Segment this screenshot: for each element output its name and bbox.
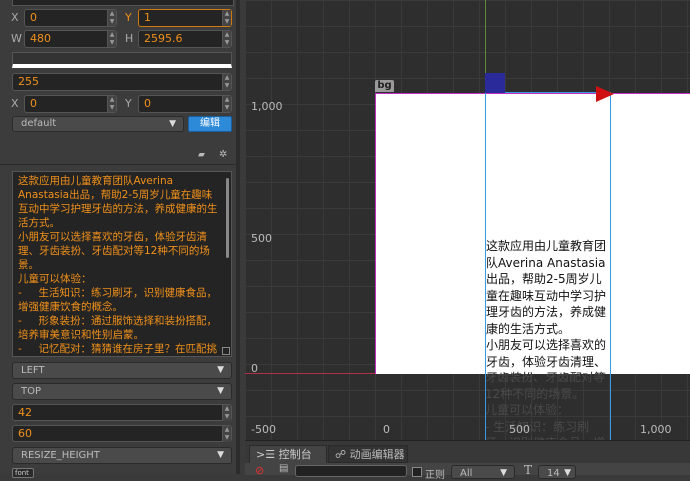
spinner[interactable]: ▲ ▼ xyxy=(222,96,231,112)
x-gizmo-arrow-icon[interactable] xyxy=(596,86,614,102)
height-label: H xyxy=(125,32,134,45)
scene-view[interactable]: 1,000 500 0 这款应用由儿童教育团队Averina Anastasia… xyxy=(245,0,690,440)
color-picker[interactable] xyxy=(12,52,232,68)
opacity-value: 255 xyxy=(18,75,39,88)
x-axis-line xyxy=(245,373,375,374)
font-size-icon: T xyxy=(524,463,533,477)
material-value: default xyxy=(21,118,57,129)
y-tick: 500 xyxy=(251,232,272,245)
tab-animation-label: 动画编辑器 xyxy=(349,448,405,461)
chevron-down-icon: ▼ xyxy=(217,365,224,375)
animation-icon: ☍ xyxy=(335,448,350,461)
chevron-down-icon: ▼ xyxy=(169,119,176,129)
resize-handle[interactable] xyxy=(222,347,230,355)
anchor-x-value: 0 xyxy=(30,97,37,110)
spinner[interactable]: ▲ ▼ xyxy=(222,405,231,421)
spinner[interactable]: ▲ ▼ xyxy=(107,31,116,47)
y-gizmo-handle[interactable] xyxy=(485,73,505,93)
scrollbar[interactable] xyxy=(226,178,229,258)
x-tick: 0 xyxy=(383,423,390,436)
edit-button[interactable]: 编辑 xyxy=(188,116,232,132)
v-align-select[interactable]: TOP ▼ xyxy=(12,383,232,400)
width-label: W xyxy=(11,32,22,45)
spinner[interactable]: ▲ ▼ xyxy=(222,10,231,26)
anchor-y-label: Y xyxy=(125,97,132,110)
h-align-select[interactable]: LEFT ▼ xyxy=(12,362,232,379)
pos-y-input[interactable]: 1 ▲ ▼ xyxy=(138,9,232,27)
node-label: bg xyxy=(375,80,394,92)
opacity-input[interactable]: 255 ▲ ▼ xyxy=(12,73,232,91)
field-partial xyxy=(12,0,234,6)
console-search-input[interactable] xyxy=(295,465,407,477)
text-content-area[interactable]: 这款应用由儿童教育团队Averina Anastasia出品，帮助2-5周岁儿童… xyxy=(12,171,232,357)
v-align-value: TOP xyxy=(21,386,42,397)
console-icon: >☰ xyxy=(256,448,279,461)
clear-icon[interactable]: ⊘ xyxy=(255,464,264,477)
anchor-x-label: X xyxy=(11,97,19,110)
x-tick: 1,000 xyxy=(640,423,672,436)
width-input[interactable]: 480 ▲ ▼ xyxy=(24,30,117,48)
console-font-size-select[interactable]: 14 ▼ xyxy=(538,465,576,479)
inspector-panel: X 0 ▲ ▼ Y 1 ▲ ▼ W 480 ▲ ▼ H 2595.6 ▲ ▼ 255 ▲ ▼ X 0… xyxy=(0,0,240,478)
height-value: 2595.6 xyxy=(144,32,183,45)
console-toolbar: ⊘ ▤ 正则 All ▼ T 14 ▼ xyxy=(245,463,690,481)
tab-console[interactable]: >☰ 控制台 xyxy=(249,445,327,463)
gear-icon[interactable]: ✲ xyxy=(219,149,227,160)
spinner[interactable]: ▲ ▼ xyxy=(107,10,116,26)
pos-x-value: 0 xyxy=(30,11,37,24)
line-height-value: 60 xyxy=(18,427,32,440)
h-align-value: LEFT xyxy=(21,365,45,376)
chevron-down-icon: ▼ xyxy=(217,386,224,396)
font-asset-button[interactable]: font xyxy=(12,468,34,478)
y-tick: 1,000 xyxy=(251,100,283,113)
overflow-select[interactable]: RESIZE_HEIGHT ▼ xyxy=(12,447,232,464)
height-input[interactable]: 2595.6 ▲ ▼ xyxy=(138,30,232,48)
anchor-y-value: 0 xyxy=(144,97,151,110)
chevron-down-icon: ▼ xyxy=(217,450,224,460)
text-content-value: 这款应用由儿童教育团队Averina Anastasia出品，帮助2-5周岁儿童… xyxy=(18,175,218,355)
pos-x-input[interactable]: 0 ▲ ▼ xyxy=(24,9,117,27)
material-select[interactable]: default ▼ xyxy=(12,116,184,132)
spinner[interactable]: ▲ ▼ xyxy=(222,31,231,47)
anchor-y-input[interactable]: 0 ▲ ▼ xyxy=(138,95,232,113)
x-tick: -500 xyxy=(251,423,276,436)
file-icon[interactable]: ▤ xyxy=(279,463,288,474)
divider xyxy=(0,164,240,165)
line-height-input[interactable]: 60 ▲ ▼ xyxy=(12,425,232,442)
font-size-input[interactable]: 42 ▲ ▼ xyxy=(12,404,232,421)
book-icon[interactable]: ▰ xyxy=(198,150,205,160)
spinner[interactable]: ▲ ▼ xyxy=(222,426,231,442)
pos-y-label: Y xyxy=(125,11,132,24)
y-tick: 0 xyxy=(251,362,258,375)
panel-scrollbar[interactable] xyxy=(236,0,240,474)
pos-y-value: 1 xyxy=(144,11,151,24)
width-value: 480 xyxy=(30,32,51,45)
selection-box[interactable] xyxy=(485,92,611,440)
tab-console-label: 控制台 xyxy=(278,448,312,461)
log-level-select[interactable]: All ▼ xyxy=(451,465,515,479)
regex-checkbox[interactable] xyxy=(412,467,422,477)
anchor-x-input[interactable]: 0 ▲ ▼ xyxy=(24,95,117,113)
tab-animation-editor[interactable]: ☍ 动画编辑器 xyxy=(328,445,408,463)
x-tick: 500 xyxy=(509,423,530,436)
pos-x-label: X xyxy=(11,11,19,24)
spinner[interactable]: ▲ ▼ xyxy=(222,74,231,90)
spinner[interactable]: ▲ ▼ xyxy=(107,96,116,112)
overflow-value: RESIZE_HEIGHT xyxy=(21,450,100,461)
bottom-panel: >☰ 控制台 ☍ 动画编辑器 ⊘ ▤ 正则 All ▼ T 14 ▼ xyxy=(245,440,690,481)
font-size-value: 42 xyxy=(18,406,32,419)
